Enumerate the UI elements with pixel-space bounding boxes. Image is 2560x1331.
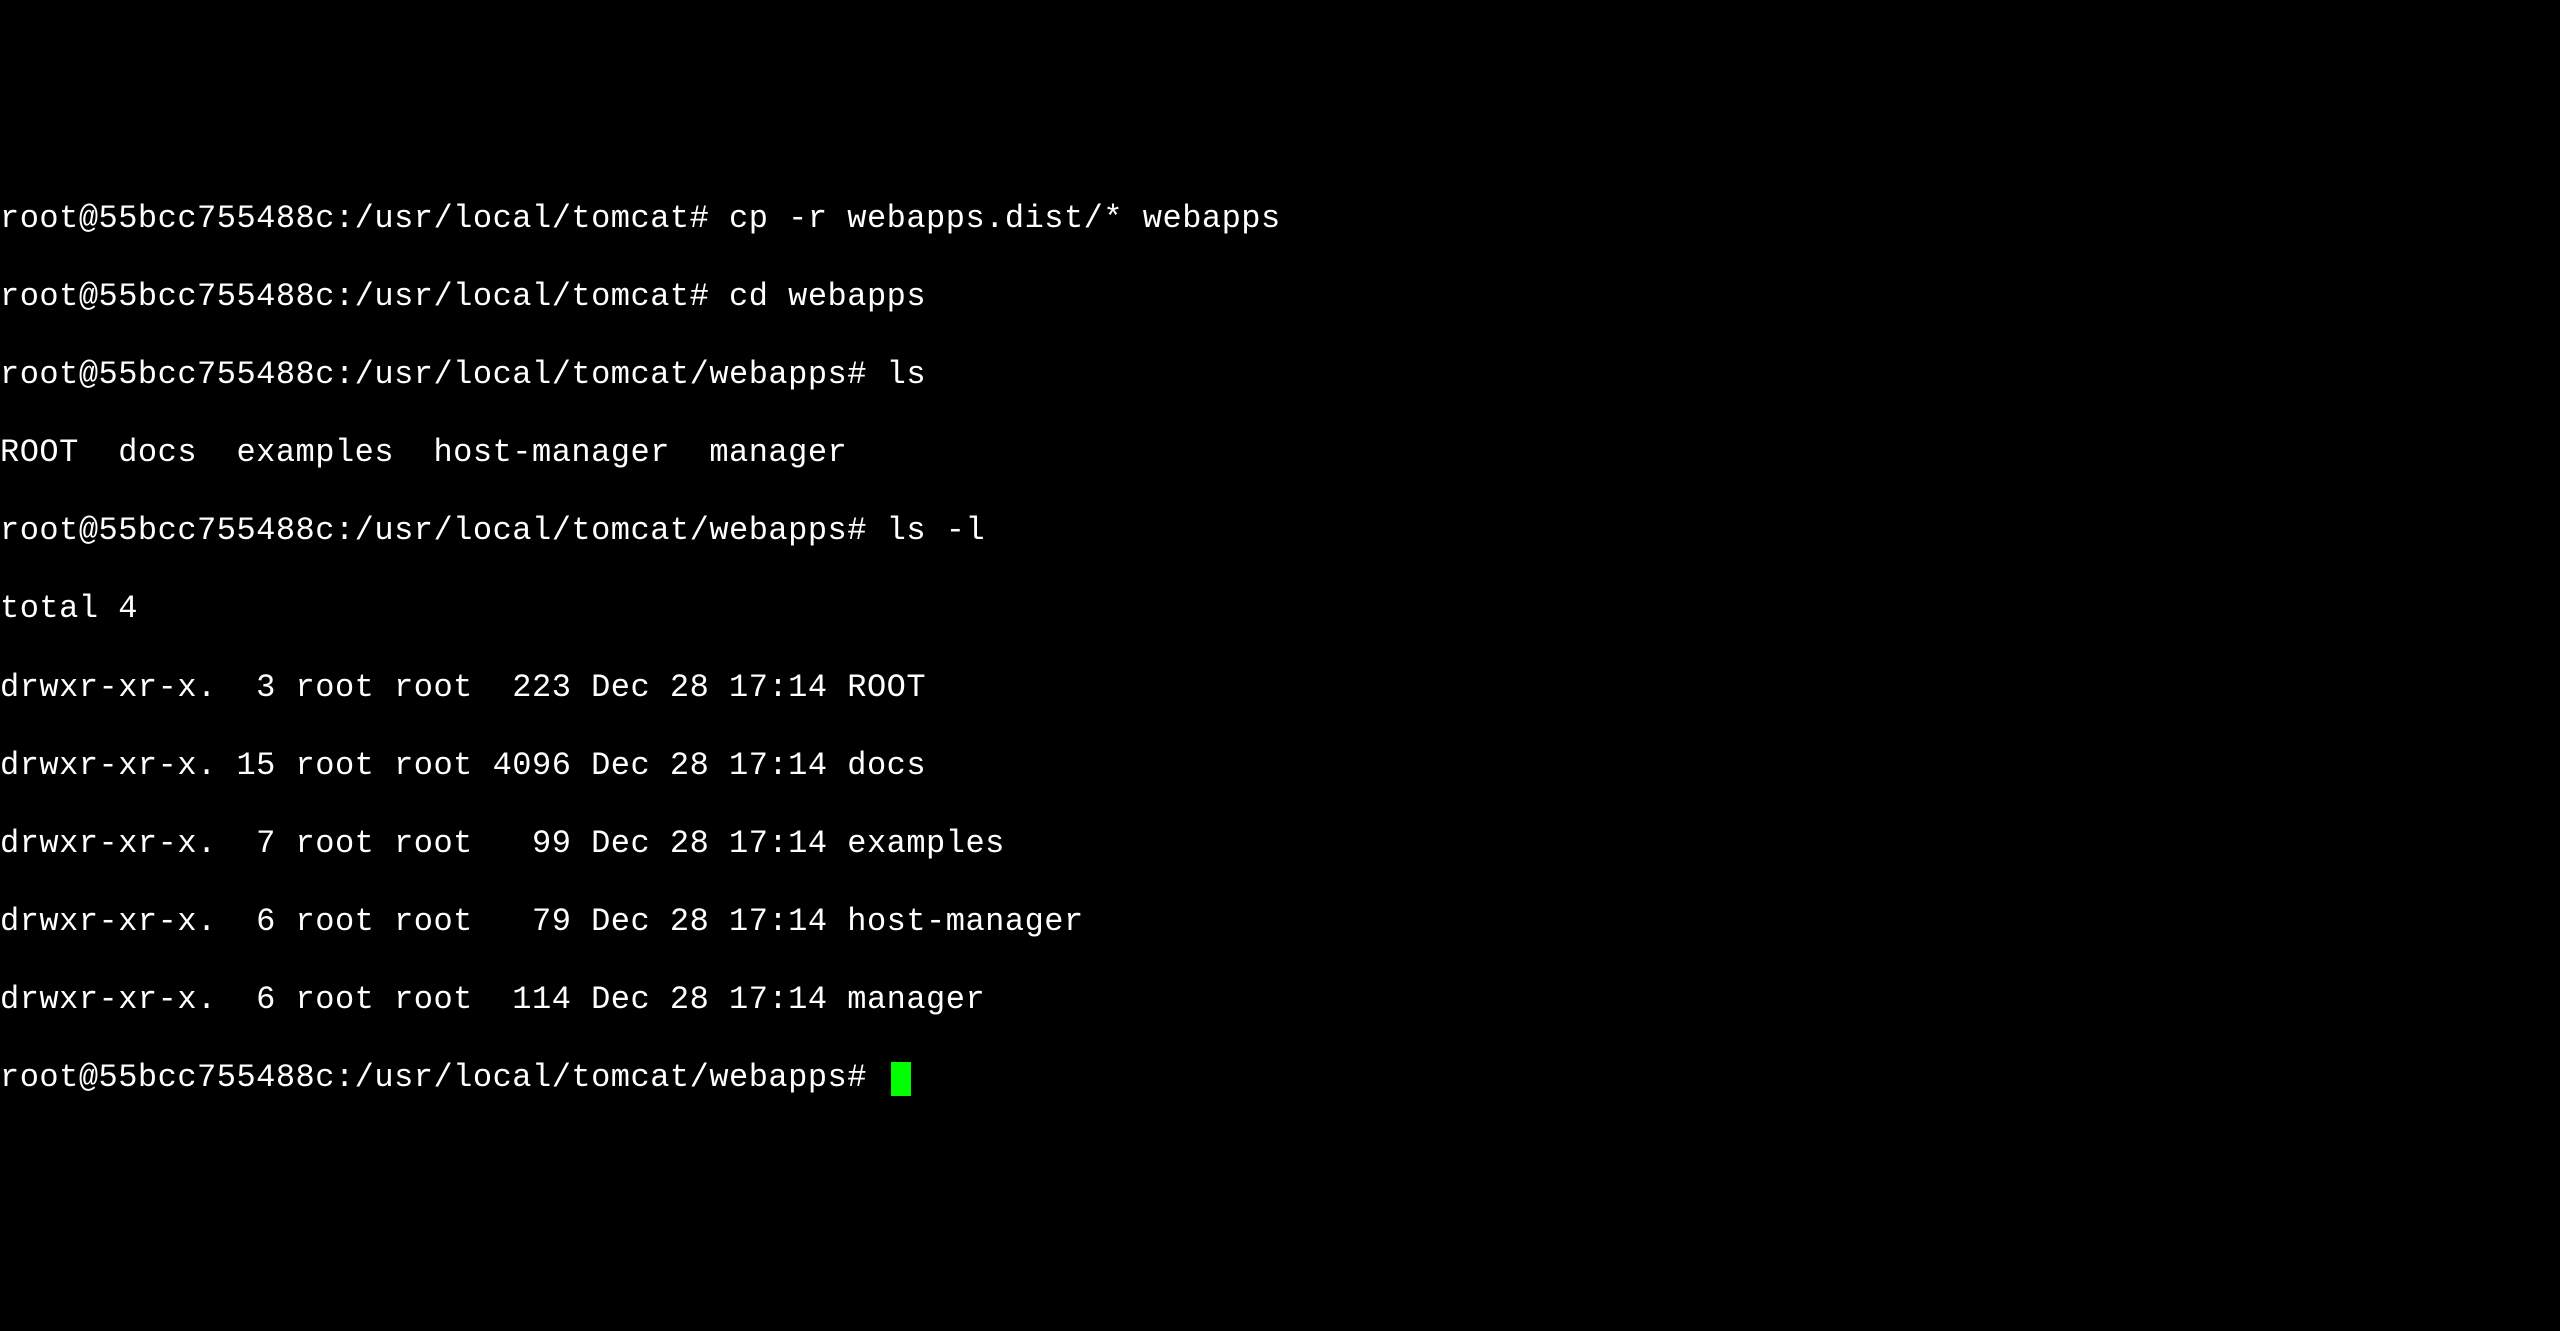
listing-row: drwxr-xr-x. 3 root root 223 Dec 28 17:14… [0,668,2560,707]
size: 99 [493,825,572,862]
date: Dec 28 17:14 [591,825,827,862]
links: 6 [236,981,275,1018]
links: 7 [236,825,275,862]
listing-row: drwxr-xr-x. 6 root root 114 Dec 28 17:14… [0,980,2560,1019]
group: root [394,669,473,706]
perms: drwxr-xr-x. [0,669,217,706]
prompt: root@55bcc755488c:/usr/local/tomcat/weba… [0,356,867,393]
filename: manager [847,981,985,1018]
prompt: root@55bcc755488c:/usr/local/tomcat/weba… [0,512,867,549]
current-prompt-line[interactable]: root@55bcc755488c:/usr/local/tomcat/weba… [0,1058,2560,1097]
owner: root [296,903,375,940]
size: 79 [493,903,572,940]
total-line: total 4 [0,589,2560,628]
links: 6 [236,903,275,940]
group: root [394,825,473,862]
command-text: cp -r webapps.dist/* webapps [729,200,1281,237]
ls-output: ROOT docs examples host-manager manager [0,433,2560,472]
command-line-2: root@55bcc755488c:/usr/local/tomcat# cd … [0,277,2560,316]
date: Dec 28 17:14 [591,981,827,1018]
command-line-3: root@55bcc755488c:/usr/local/tomcat/weba… [0,355,2560,394]
owner: root [296,825,375,862]
perms: drwxr-xr-x. [0,747,217,784]
listing-row: drwxr-xr-x. 7 root root 99 Dec 28 17:14 … [0,824,2560,863]
listing-row: drwxr-xr-x. 6 root root 79 Dec 28 17:14 … [0,902,2560,941]
owner: root [296,747,375,784]
command-text: ls -l [887,512,986,549]
command-line-1: root@55bcc755488c:/usr/local/tomcat# cp … [0,199,2560,238]
filename: docs [847,747,926,784]
command-text: ls [887,356,926,393]
perms: drwxr-xr-x. [0,825,217,862]
prompt: root@55bcc755488c:/usr/local/tomcat# [0,200,709,237]
group: root [394,981,473,1018]
group: root [394,903,473,940]
command-text: cd webapps [729,278,926,315]
perms: drwxr-xr-x. [0,903,217,940]
links: 3 [236,669,275,706]
prompt: root@55bcc755488c:/usr/local/tomcat# [0,278,709,315]
perms: drwxr-xr-x. [0,981,217,1018]
cursor-icon [891,1062,911,1096]
size: 223 [493,669,572,706]
terminal[interactable]: root@55bcc755488c:/usr/local/tomcat# cp … [0,160,2560,1136]
date: Dec 28 17:14 [591,747,827,784]
group: root [394,747,473,784]
listing-row: drwxr-xr-x. 15 root root 4096 Dec 28 17:… [0,746,2560,785]
command-line-4: root@55bcc755488c:/usr/local/tomcat/weba… [0,511,2560,550]
links: 15 [236,747,275,784]
size: 4096 [493,747,572,784]
prompt: root@55bcc755488c:/usr/local/tomcat/weba… [0,1059,867,1096]
date: Dec 28 17:14 [591,669,827,706]
owner: root [296,981,375,1018]
filename: host-manager [847,903,1083,940]
owner: root [296,669,375,706]
date: Dec 28 17:14 [591,903,827,940]
filename: ROOT [847,669,926,706]
filename: examples [847,825,1005,862]
size: 114 [493,981,572,1018]
